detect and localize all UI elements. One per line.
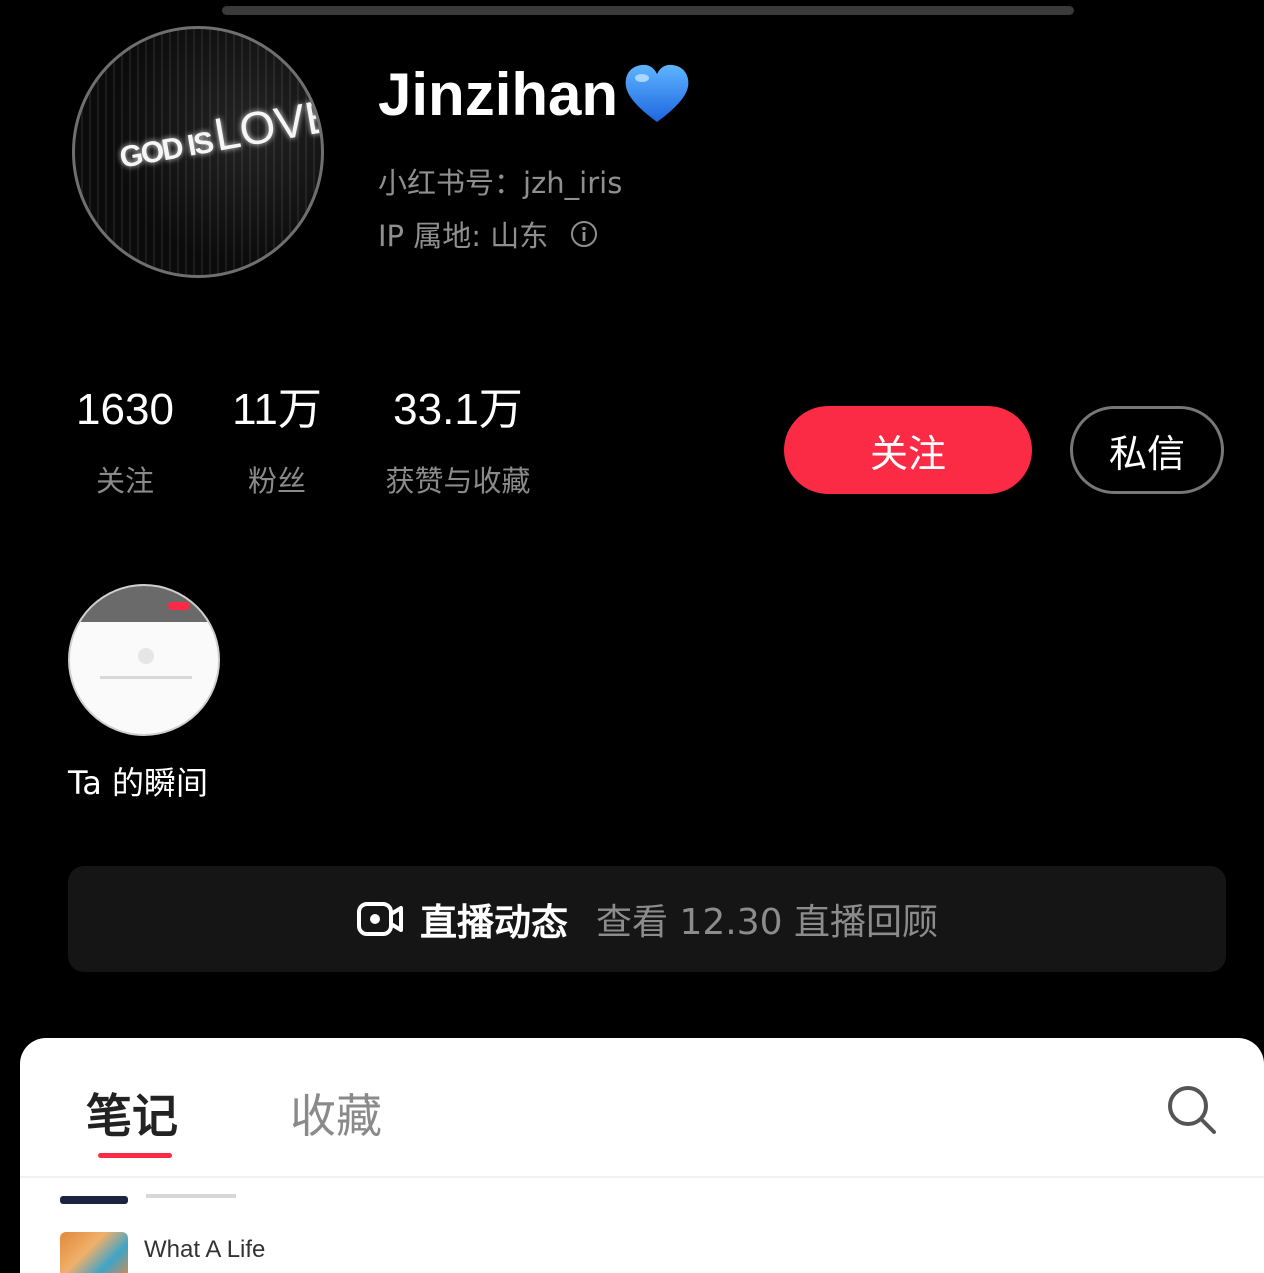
search-icon[interactable] [1164,1082,1218,1136]
avatar[interactable]: GOD ISLOVE [72,26,324,278]
stat-likes-label: 获赞与收藏 [385,464,531,498]
moment-thumb-dot [138,648,154,664]
ip-location-text: IP 属地: 山东 [378,219,549,253]
tab-collections[interactable]: 收藏 [290,1080,382,1146]
follow-button[interactable]: 关注 [784,406,1032,494]
stat-following-value: 1630 [76,385,174,434]
profile-ip-location: IP 属地: 山东 [378,213,598,255]
stat-likes-collects[interactable]: 33.1万 获赞与收藏 [376,382,540,500]
note-title[interactable]: What A Life [144,1236,265,1264]
live-title: 直播动态 [420,901,569,944]
stat-likes-value: 33.1万 [393,385,523,434]
moment-label[interactable]: Ta 的瞬间 [68,758,208,804]
moment-thumb-line [100,676,192,679]
profile-name: Jinzihan [378,60,619,128]
active-tab-indicator [98,1153,172,1158]
moment-thumb-header [70,586,218,622]
moment-thumb-badge [168,602,190,610]
panel-divider [20,1176,1264,1178]
moment-thumbnail[interactable] [68,584,220,736]
info-icon[interactable] [570,220,598,248]
stat-fans[interactable]: 11万 粉丝 [224,382,330,500]
blue-heart-icon [625,64,689,122]
stat-fans-label: 粉丝 [247,464,306,498]
stat-fans-value: 11万 [232,385,322,434]
note-thumbnail[interactable] [60,1232,128,1273]
stat-following-label: 关注 [95,464,154,498]
stat-following[interactable]: 1630 关注 [70,382,180,500]
status-bar-handle [222,6,1074,15]
live-replay-bar[interactable]: 直播动态 查看 12.30 直播回顾 [68,866,1226,972]
note-preview-line [146,1194,236,1198]
profile-name-row: Jinzihan [378,56,692,132]
live-video-icon [357,902,404,936]
tab-notes[interactable]: 笔记 [86,1080,178,1146]
message-button[interactable]: 私信 [1070,406,1224,494]
note-preview-bar [60,1196,128,1204]
live-subtitle: 查看 12.30 直播回顾 [596,902,938,943]
profile-id[interactable]: 小红书号：jzh_iris [378,160,622,202]
profile-id-text: 小红书号：jzh_iris [378,166,623,200]
